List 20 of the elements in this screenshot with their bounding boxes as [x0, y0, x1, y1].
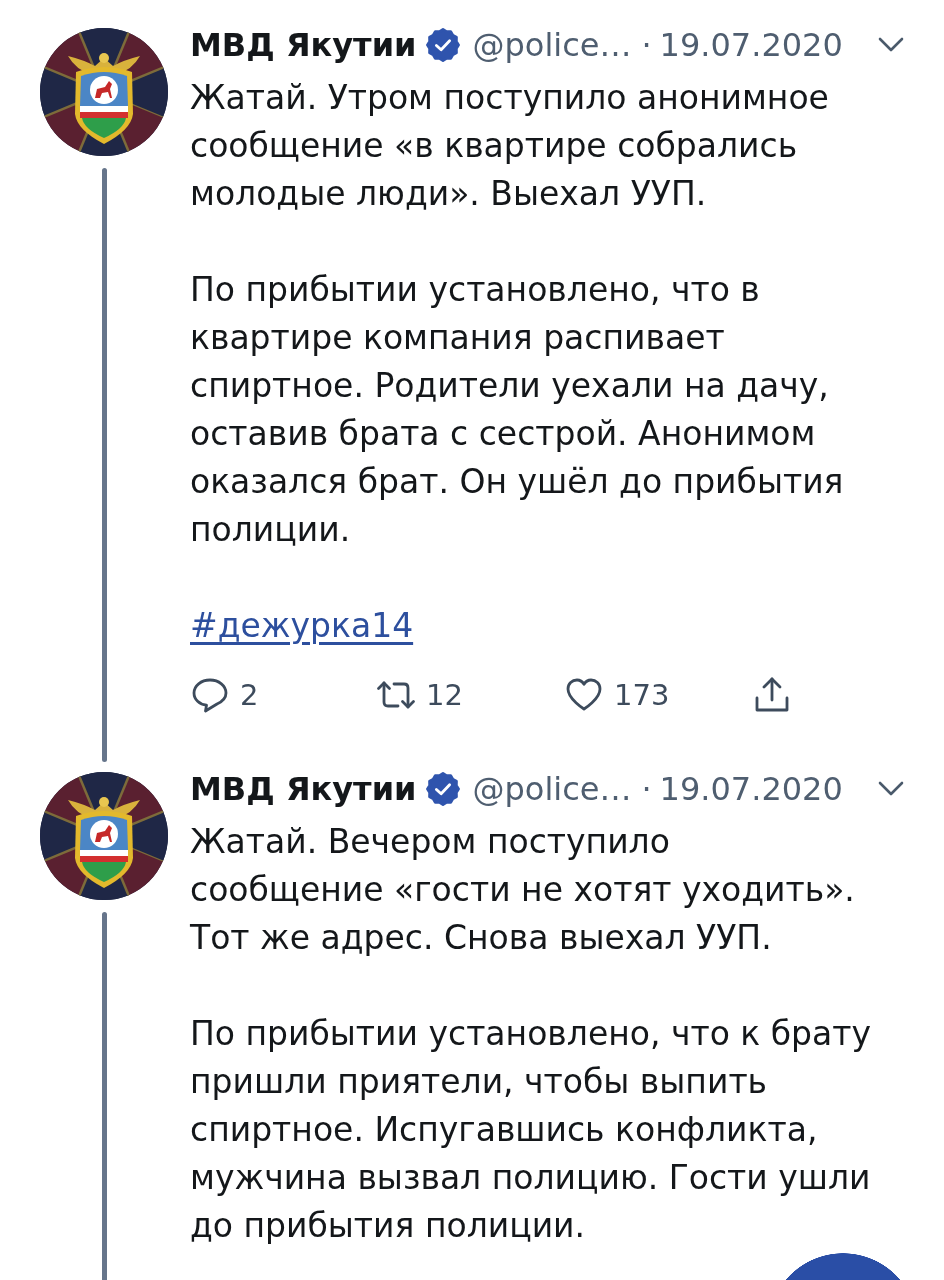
author-handle[interactable]: @police… [472, 770, 632, 808]
author-handle[interactable]: @police… [472, 26, 632, 64]
tweet-text: Жатай. Утром поступило анонимное сообщение «в квартире собрались молодые люди». Выехал УУП. [190, 77, 830, 215]
like-button[interactable]: 173 [564, 675, 670, 715]
tweet-text: Жатай. Вечером поступило сообщение «гости не хотят уходить». Тот же адрес. Снова выехал УУП. [190, 821, 856, 959]
emblem-avatar[interactable] [40, 772, 168, 900]
chevron-down-icon[interactable] [878, 781, 904, 797]
emblem-avatar[interactable] [40, 28, 168, 156]
author-name[interactable]: МВД Якутии [190, 26, 417, 64]
separator-dot: · [641, 770, 652, 808]
hashtag-link[interactable]: #дежурка14 [190, 606, 414, 645]
tweet-text: По прибытии установлено, что к брату пришли приятели, чтобы выпить спиртное. Испугавшись конфликта, мужчина вызвал полицию. Гости ушли до прибытия полиции. [190, 1013, 873, 1247]
tweet-date[interactable]: 19.07.2020 [659, 26, 843, 64]
separator-dot: · [641, 26, 652, 64]
retweet-button[interactable]: 12 [376, 675, 463, 715]
tweet-date[interactable]: 19.07.2020 [659, 770, 843, 808]
author-name[interactable]: МВД Якутии [190, 770, 417, 808]
chevron-down-icon[interactable] [878, 37, 904, 53]
tweet-text: По прибытии установлено, что в квартире компания распивает спиртное. Родители уехали на дачу, оставив брата с сестрой. Анонимом оказался брат. Он ушёл до прибытия полиции. [190, 269, 845, 551]
reply-button[interactable]: 2 [190, 675, 259, 715]
